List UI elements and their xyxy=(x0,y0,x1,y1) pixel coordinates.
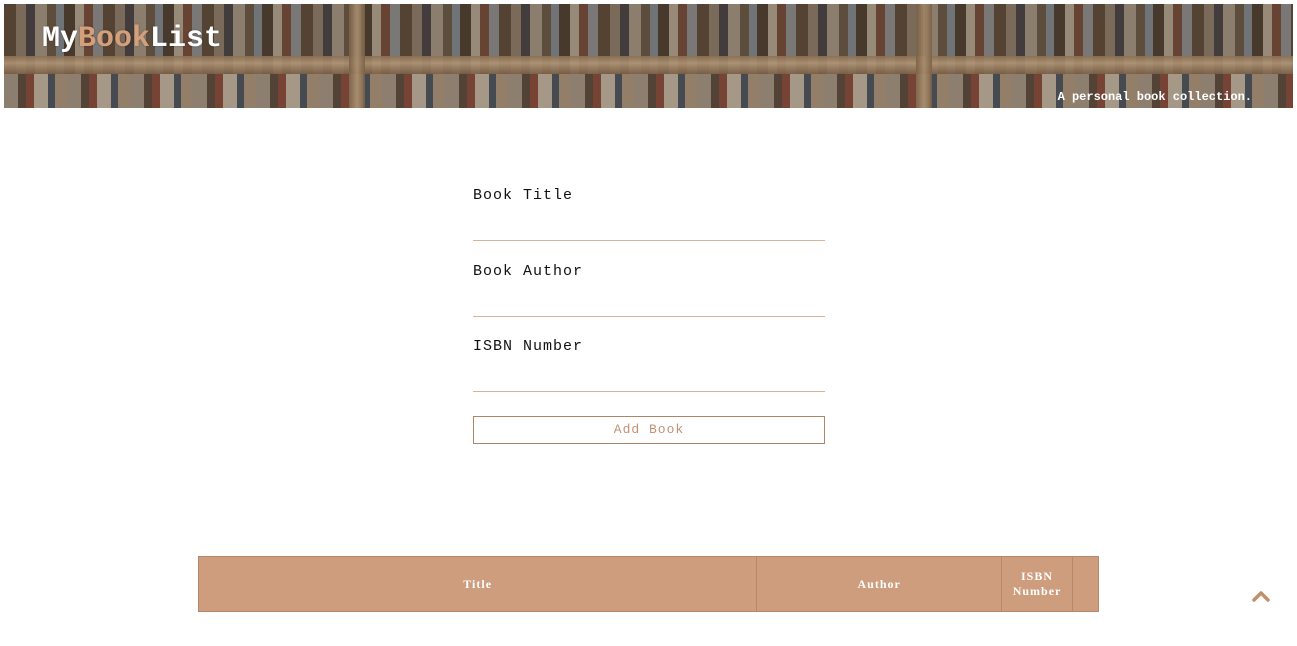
chevron-up-icon[interactable] xyxy=(1250,590,1272,606)
book-author-label: Book Author xyxy=(473,263,584,280)
book-author-input[interactable] xyxy=(473,290,825,317)
table-header-row: Title Author ISBN Number xyxy=(197,556,1099,612)
column-header-isbn[interactable]: ISBN Number xyxy=(1001,556,1074,612)
add-book-button[interactable]: Add Book xyxy=(473,416,825,444)
book-title-input[interactable] xyxy=(473,214,825,241)
logo-part-list: List xyxy=(150,22,223,56)
isbn-input[interactable] xyxy=(473,365,825,392)
logo-part-book: Book xyxy=(78,22,151,56)
book-title-field: Book Title xyxy=(473,186,825,262)
book-author-field: Book Author xyxy=(473,262,825,337)
book-title-label: Book Title xyxy=(473,187,574,204)
scroll-to-top-icon xyxy=(1252,591,1270,602)
add-book-form: Book Title Book Author ISBN Number xyxy=(473,186,825,413)
column-header-actions xyxy=(1072,556,1099,612)
column-header-title[interactable]: Title xyxy=(197,556,758,612)
site-logo[interactable]: MyBookList xyxy=(42,22,222,56)
site-tagline: A personal book collection. xyxy=(1057,90,1252,104)
column-header-author[interactable]: Author xyxy=(756,556,1003,612)
isbn-field: ISBN Number xyxy=(473,337,825,413)
book-list-table: Title Author ISBN Number xyxy=(197,556,1099,612)
header-banner: MyBookList A personal book collection. xyxy=(4,4,1293,108)
isbn-label: ISBN Number xyxy=(473,338,584,355)
logo-part-my: My xyxy=(42,22,79,56)
